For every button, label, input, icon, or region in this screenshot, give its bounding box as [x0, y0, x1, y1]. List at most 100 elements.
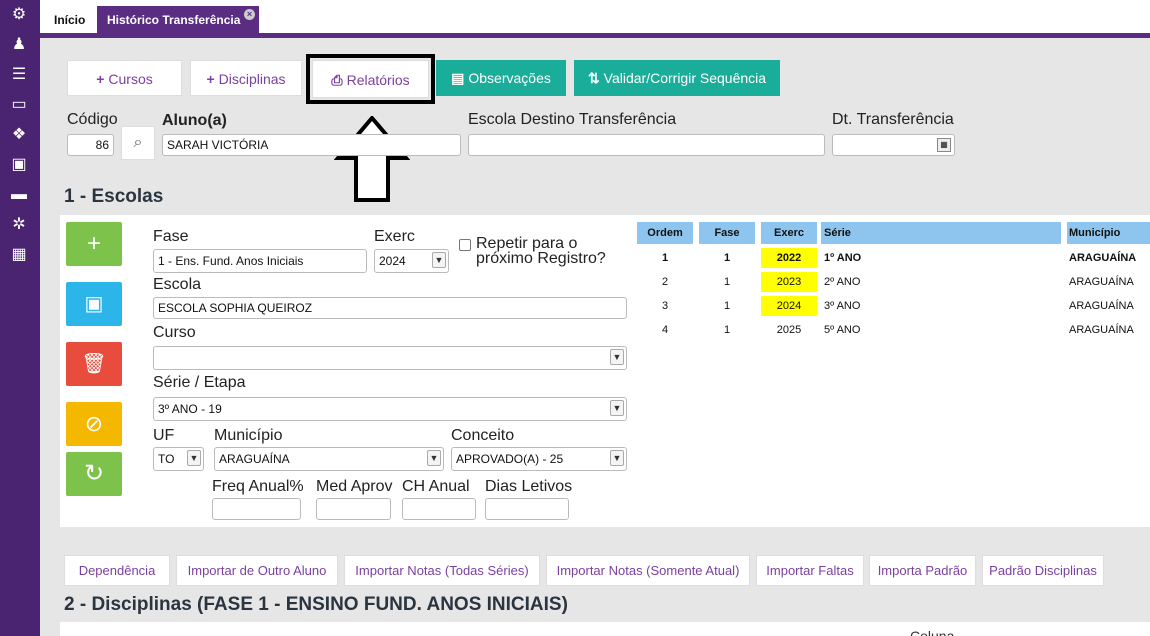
cell-serie: 3º ANO	[824, 300, 861, 312]
cell-ordem: 2	[661, 276, 669, 288]
serie-label: Série / Etapa	[153, 374, 246, 391]
cell-fase: 1	[723, 252, 731, 264]
cell-exerc: 2024	[761, 296, 817, 316]
cell-serie: 1º ANO	[824, 252, 862, 264]
th-serie[interactable]: Série	[821, 222, 1061, 244]
importar-faltas-button[interactable]: Importar Faltas	[756, 555, 864, 586]
municipio-select[interactable]: ARAGUAÍNA ▼	[214, 447, 444, 471]
cell-municipio: ARAGUAÍNA	[1069, 276, 1134, 288]
exerc-label: Exerc	[374, 228, 415, 245]
exerc-value: 2024	[379, 254, 406, 268]
chevron-down-icon: ▼	[187, 450, 201, 466]
th-municipio[interactable]: Município	[1067, 222, 1150, 244]
aluno-input[interactable]: SARAH VICTÓRIA	[162, 134, 461, 156]
delete-button[interactable]: 🗑	[66, 342, 122, 386]
search-icon[interactable]: ⌕	[121, 126, 155, 160]
cell-serie: 5º ANO	[824, 324, 861, 336]
med-aprov-label: Med Aprov	[316, 478, 393, 495]
bus-icon[interactable]: ▣	[9, 155, 29, 175]
cell-fase: 1	[723, 276, 731, 288]
escola-input[interactable]: ESCOLA SOPHIA QUEIROZ	[153, 297, 627, 319]
calendar-icon[interactable]: ▦	[937, 138, 951, 152]
th-exerc[interactable]: Exerc	[761, 222, 817, 244]
close-icon[interactable]: ×	[244, 9, 255, 20]
cell-fase: 1	[723, 324, 731, 336]
padrao-disciplinas-button[interactable]: Padrão Disciplinas	[982, 555, 1104, 586]
tab-historico-label: Histórico Transferência	[107, 13, 241, 27]
dropbox-icon[interactable]: ❖	[9, 125, 29, 145]
dt-transferencia-label: Dt. Transferência	[832, 111, 954, 128]
importar-notas-atual-button[interactable]: Importar Notas (Somente Atual)	[546, 555, 750, 586]
cancel-button[interactable]: ⊘	[66, 402, 122, 446]
dias-letivos-label: Dias Letivos	[485, 478, 573, 495]
tab-bar: Início Histórico Transferência ×	[40, 0, 1150, 38]
municipio-value: ARAGUAÍNA	[219, 452, 290, 466]
repetir-label: Repetir para o próximo Registro?	[476, 235, 606, 267]
uf-select[interactable]: TO ▼	[153, 447, 204, 471]
uf-label: UF	[153, 427, 175, 444]
freq-anual-input[interactable]	[212, 498, 301, 520]
person-icon[interactable]: ♟	[9, 35, 29, 55]
fase-input[interactable]: 1 - Ens. Fund. Anos Iniciais	[153, 249, 367, 273]
escola-destino-input[interactable]	[468, 134, 825, 156]
observacoes-button[interactable]: ▤ Observações	[436, 60, 566, 96]
monitor-icon[interactable]: ▬	[9, 185, 29, 205]
serie-select[interactable]: 3º ANO - 19 ▼	[153, 397, 627, 421]
cursos-button[interactable]: + Cursos	[67, 60, 182, 96]
repetir-checkbox[interactable]	[459, 239, 471, 251]
repetir-label-line2: próximo Registro?	[476, 250, 606, 267]
disciplinas-panel: Coluna	[60, 622, 1150, 636]
escola-label: Escola	[153, 276, 202, 293]
save-button[interactable]: ▣	[66, 282, 122, 326]
curso-label: Curso	[153, 324, 196, 341]
ban-icon: ⊘	[84, 411, 104, 436]
document-icon: ▤	[451, 70, 465, 86]
ch-anual-input[interactable]	[402, 498, 476, 520]
sidebar: ⚙ ♟ ☰ ▭ ❖ ▣ ▬ ✲ ▦	[0, 0, 40, 636]
th-fase[interactable]: Fase	[699, 222, 755, 244]
codigo-label: Código	[67, 111, 118, 128]
cell-exerc: 2023	[761, 272, 817, 292]
dt-transferencia-input[interactable]: ▦	[832, 134, 955, 156]
tab-historico-transferencia[interactable]: Histórico Transferência ×	[97, 6, 259, 38]
tab-inicio[interactable]: Início	[44, 6, 95, 38]
th-ordem[interactable]: Ordem	[637, 222, 693, 244]
add-button[interactable]: +	[66, 222, 122, 266]
plus-icon: +	[206, 71, 215, 87]
observacoes-label: Observações	[468, 70, 551, 86]
dias-letivos-input[interactable]	[485, 498, 569, 520]
chevron-down-icon: ▼	[610, 450, 624, 466]
plus-icon: +	[96, 71, 105, 87]
card-icon[interactable]: ▭	[9, 95, 29, 115]
repetir-label-line1: Repetir para o	[476, 235, 578, 252]
med-aprov-input[interactable]	[316, 498, 391, 520]
curso-select[interactable]: ▼	[153, 346, 627, 370]
cell-ordem: 1	[661, 252, 669, 264]
gear-icon[interactable]: ✲	[9, 215, 29, 235]
list-icon[interactable]: ☰	[9, 65, 29, 85]
disciplinas-button[interactable]: + Disciplinas	[190, 60, 302, 96]
chevron-down-icon: ▼	[432, 252, 446, 268]
gears-icon[interactable]: ⚙	[9, 5, 29, 25]
cell-ordem: 3	[661, 300, 669, 312]
validar-button[interactable]: ⇅ Validar/Corrigir Sequência	[574, 60, 780, 96]
refresh-button[interactable]: ↻	[66, 452, 122, 496]
importa-padrao-button[interactable]: Importa Padrão	[869, 555, 976, 586]
ch-anual-label: CH Anual	[402, 478, 470, 495]
exerc-select[interactable]: 2024 ▼	[374, 249, 449, 273]
fase-label: Fase	[153, 228, 189, 245]
cell-municipio: ARAGUAÍNA	[1069, 324, 1134, 336]
uf-value: TO	[158, 452, 175, 466]
cell-serie: 2º ANO	[824, 276, 861, 288]
conceito-select[interactable]: APROVADO(A) - 25 ▼	[451, 447, 627, 471]
importar-notas-todas-button[interactable]: Importar Notas (Todas Séries)	[344, 555, 540, 586]
dependencia-button[interactable]: Dependência	[64, 555, 170, 586]
codigo-input[interactable]: 86	[67, 134, 114, 156]
section-disciplinas-title: 2 - Disciplinas (FASE 1 - ENSINO FUND. A…	[64, 594, 568, 615]
trash-icon: 🗑	[81, 353, 107, 375]
conceito-value: APROVADO(A) - 25	[456, 452, 564, 466]
arrow-up-icon	[334, 116, 410, 202]
table-icon[interactable]: ▦	[9, 245, 29, 265]
aluno-label: Aluno(a)	[162, 112, 227, 129]
importar-outro-aluno-button[interactable]: Importar de Outro Aluno	[176, 555, 338, 586]
